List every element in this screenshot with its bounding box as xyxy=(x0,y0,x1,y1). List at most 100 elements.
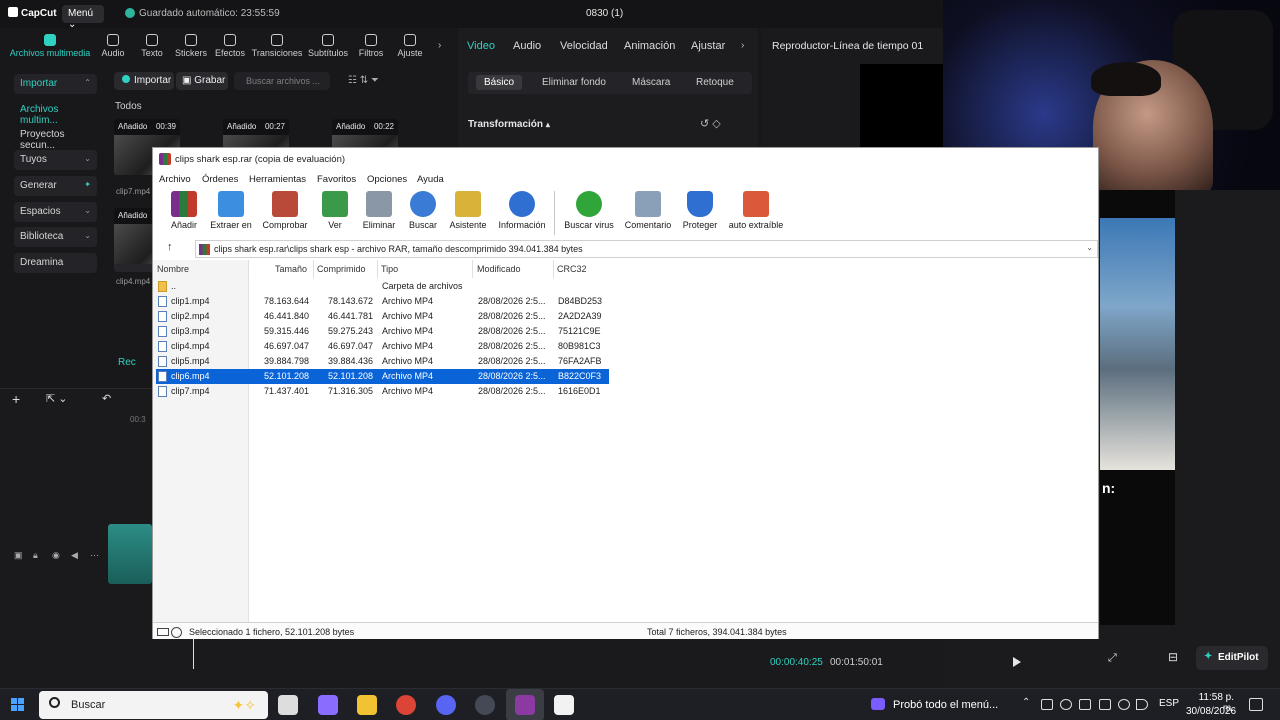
chevron-down-icon[interactable]: ⌄ xyxy=(1086,243,1093,252)
tray-cloud-icon[interactable] xyxy=(1060,699,1072,710)
path-field[interactable]: clips shark esp.rar\clips shark esp - ar… xyxy=(195,240,1098,258)
discord-icon[interactable] xyxy=(436,695,456,715)
up-arrow-icon[interactable]: ↑ xyxy=(167,241,173,253)
tab-audio[interactable]: Audio xyxy=(513,40,541,52)
media-search-input[interactable]: Buscar archivos ... xyxy=(234,72,330,90)
delete-button[interactable]: Eliminar xyxy=(359,191,399,230)
col-type[interactable]: Tipo xyxy=(381,264,398,274)
taskbar-search[interactable]: Buscar ✦✧ xyxy=(39,691,268,719)
sidebar-item-espacios[interactable]: Espacios ⌄ xyxy=(14,202,97,222)
tab-adjust[interactable]: Ajustar xyxy=(691,40,725,52)
chevron-right-icon[interactable]: › xyxy=(438,40,441,51)
playhead[interactable] xyxy=(193,639,194,669)
subtab-remove-bg[interactable]: Eliminar fondo xyxy=(542,77,606,88)
table-row[interactable]: clip3.mp4 59.315.446 59.275.243 Archivo MP4… xyxy=(156,324,609,339)
add-track-icon[interactable]: + xyxy=(12,391,20,407)
info-button[interactable]: Información xyxy=(495,191,549,230)
chrome-icon[interactable] xyxy=(396,695,416,715)
table-row[interactable]: clip7.mp4 71.437.401 71.316.305 Archivo MP4… xyxy=(156,384,609,399)
subtab-mask[interactable]: Máscara xyxy=(632,77,670,88)
comment-button[interactable]: Comentario xyxy=(622,191,674,230)
tab-animation[interactable]: Animación xyxy=(624,40,675,52)
notification-center-icon[interactable] xyxy=(1249,698,1263,711)
tray-app-icon[interactable] xyxy=(1041,699,1053,710)
windows-start-icon[interactable] xyxy=(11,698,25,712)
table-row[interactable]: clip1.mp4 78.163.644 78.143.672 Archivo MP4… xyxy=(156,294,609,309)
play-icon[interactable] xyxy=(1013,657,1021,667)
view-button[interactable]: Ver xyxy=(317,191,353,230)
wifi-icon[interactable] xyxy=(1118,699,1130,710)
tray-battery-icon[interactable] xyxy=(1079,699,1091,710)
lock-icon[interactable]: 🔒︎ xyxy=(33,550,38,561)
notification[interactable]: Probó todo el menú... xyxy=(871,698,998,711)
menu-herramientas[interactable]: Herramientas xyxy=(249,174,306,185)
sfx-button[interactable]: auto extraíble xyxy=(726,191,786,230)
menu-archivo[interactable]: Archivo xyxy=(159,174,191,185)
protect-button[interactable]: Proteger xyxy=(680,191,720,230)
volume-icon[interactable] xyxy=(1136,699,1148,710)
add-button[interactable]: Añadir xyxy=(167,191,201,230)
wizard-button[interactable]: Asistente xyxy=(448,191,488,230)
tool-media[interactable]: Archivos multimedia xyxy=(0,32,100,58)
table-row-selected[interactable]: clip6.mp4 52.101.208 52.101.208 Archivo MP4… xyxy=(156,369,609,384)
editpilot-toggle-icon[interactable]: ⊟ xyxy=(1168,650,1178,664)
menu-ayuda[interactable]: Ayuda xyxy=(417,174,444,185)
mute-icon[interactable]: ◀︎ xyxy=(71,550,78,561)
obs-icon[interactable] xyxy=(475,695,495,715)
view-toggle-icon[interactable]: ☷ ⇅ ⏷ xyxy=(348,75,379,86)
sidebar-item-tuyos[interactable]: Tuyos ⌄ xyxy=(14,150,97,170)
menu-favoritos[interactable]: Favoritos xyxy=(317,174,356,185)
clock-date[interactable]: 30/08/2026 xyxy=(1186,706,1236,717)
test-button[interactable]: Comprobar xyxy=(259,191,311,230)
extract-button[interactable]: Extraer en xyxy=(208,191,254,230)
tool-adjust[interactable]: Ajuste xyxy=(385,32,435,58)
col-packed[interactable]: Comprimido xyxy=(317,264,366,274)
sidebar-item-media[interactable]: Archivos multim... xyxy=(14,100,97,126)
menu-opciones[interactable]: Opciones xyxy=(367,174,407,185)
capcut-icon[interactable] xyxy=(554,695,574,715)
record-button[interactable]: ▣ Grabar xyxy=(176,72,228,90)
chevron-right-icon[interactable]: › xyxy=(741,40,744,51)
tool-transitions[interactable]: Transiciones xyxy=(248,32,306,58)
subtab-retouch[interactable]: Retoque xyxy=(696,77,734,88)
virus-scan-button[interactable]: Buscar virus xyxy=(562,191,616,230)
sidebar-item-biblioteca[interactable]: Biblioteca ⌄ xyxy=(14,227,97,247)
sidebar-item-dreamina[interactable]: Dreamina xyxy=(14,253,97,273)
task-view-icon[interactable] xyxy=(278,695,298,715)
col-modified[interactable]: Modificado xyxy=(477,264,521,274)
subtab-basic[interactable]: Básico xyxy=(476,75,523,90)
winrar-icon[interactable] xyxy=(515,695,535,715)
winrar-titlebar[interactable]: clips shark esp.rar (copia de evaluación… xyxy=(153,148,1098,170)
language-indicator[interactable]: ESP xyxy=(1159,698,1179,709)
col-crc[interactable]: CRC32 xyxy=(557,264,587,274)
select-tool-icon[interactable]: ⇱ ⌄ xyxy=(46,392,68,405)
tab-speed[interactable]: Velocidad xyxy=(560,40,608,52)
col-size[interactable]: Tamaño xyxy=(275,264,307,274)
sidebar-item-projects[interactable]: Proyectos secun... xyxy=(14,125,97,151)
tray-app-icon[interactable] xyxy=(1099,699,1111,710)
reset-icon[interactable]: ↺ ◇ xyxy=(700,117,721,130)
transform-section[interactable]: Transformación ▴ xyxy=(468,119,550,130)
tab-video[interactable]: Video xyxy=(467,40,495,52)
menu-button[interactable]: Menú ⌄ xyxy=(62,5,104,30)
copilot-icon[interactable] xyxy=(318,695,338,715)
table-row[interactable]: .. Carpeta de archivos xyxy=(156,279,609,294)
more-icon[interactable]: ⋯ xyxy=(90,550,99,561)
timeline-clip[interactable] xyxy=(108,524,152,584)
drive-icon[interactable] xyxy=(157,627,183,638)
editpilot-button[interactable]: EditPilot xyxy=(1196,646,1268,670)
table-row[interactable]: clip2.mp4 46.441.840 46.441.781 Archivo MP4… xyxy=(156,309,609,324)
table-row[interactable]: clip4.mp4 46.697.047 46.697.047 Archivo MP4… xyxy=(156,339,609,354)
file-explorer-icon[interactable] xyxy=(357,695,377,715)
find-button[interactable]: Buscar xyxy=(407,191,439,230)
col-name[interactable]: Nombre xyxy=(157,264,189,274)
track-cover-icon[interactable]: ▣ xyxy=(14,550,23,561)
sidebar-item-generar[interactable]: Generar ✦ xyxy=(14,176,97,196)
menu-ordenes[interactable]: Órdenes xyxy=(202,174,238,185)
chevron-up-icon[interactable]: ⌃ xyxy=(1022,697,1034,708)
sidebar-item-importar[interactable]: Importar ⌃ xyxy=(14,74,97,94)
recent-label[interactable]: Rec xyxy=(118,357,136,368)
fullscreen-icon[interactable]: ⤢ xyxy=(1108,652,1117,665)
undo-icon[interactable]: ↶ xyxy=(102,392,111,405)
import-button[interactable]: Importar xyxy=(114,72,174,90)
